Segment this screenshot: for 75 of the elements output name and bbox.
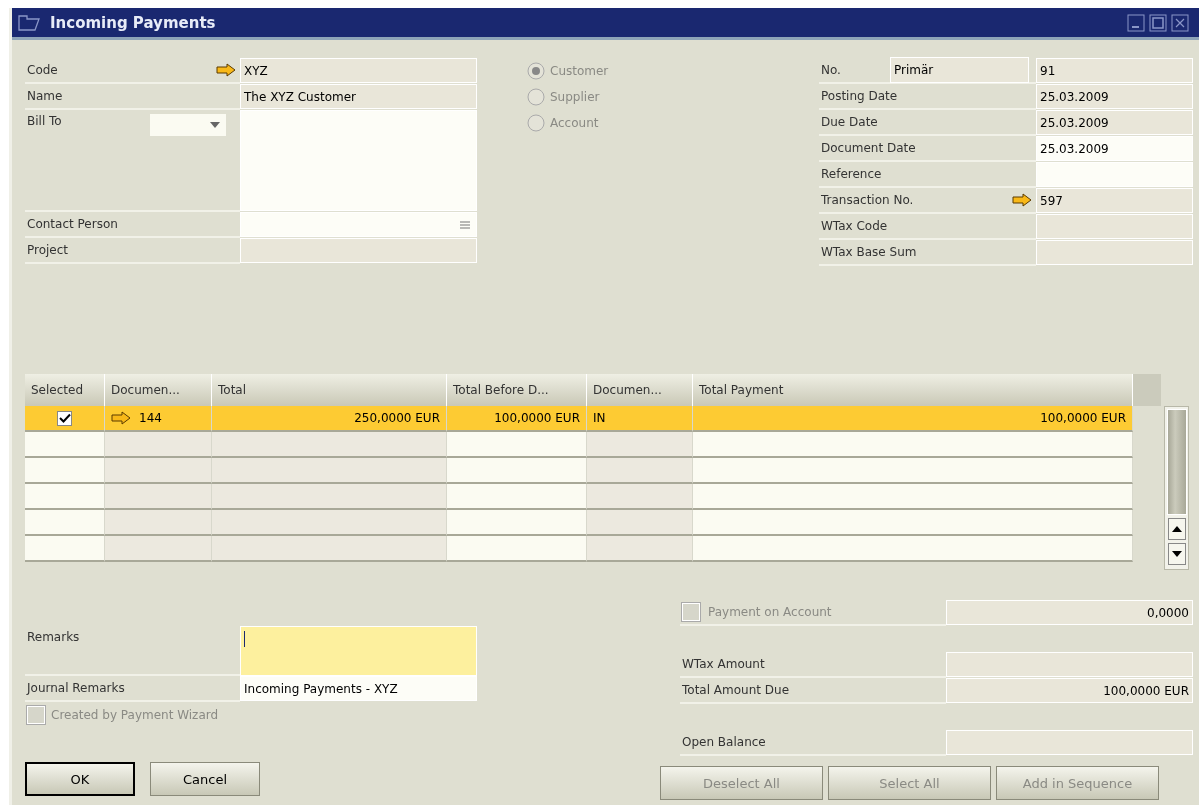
project-field[interactable]	[240, 238, 477, 263]
column-header[interactable]: Selected	[25, 374, 105, 406]
bill-to-dropdown[interactable]	[150, 114, 226, 136]
field-label: Bill To	[27, 114, 62, 128]
scroll-up-button[interactable]	[1167, 518, 1186, 540]
input-field[interactable]	[1036, 162, 1193, 187]
column-header[interactable]: Total Before D...	[447, 374, 587, 406]
link-arrow-icon[interactable]	[216, 63, 236, 77]
series-field[interactable]: Primär	[890, 57, 1029, 83]
dialog-button[interactable]: Cancel	[150, 762, 260, 796]
input-field[interactable]: 25.03.2009	[1036, 84, 1193, 109]
checkbox[interactable]	[57, 410, 72, 426]
scroll-down-button[interactable]	[1167, 543, 1186, 565]
radio-label: Customer	[550, 64, 609, 78]
list-icon[interactable]	[460, 220, 470, 229]
dialog-button[interactable]: OK	[25, 762, 135, 796]
table-cell: 100,0000 EUR	[1040, 411, 1126, 425]
table-cell: IN	[593, 411, 606, 425]
scroll-thumb[interactable]	[1166, 409, 1187, 515]
field-label: Project	[27, 243, 69, 257]
journal-remarks-field[interactable]: Incoming Payments - XYZ	[240, 676, 477, 701]
link-arrow-icon[interactable]	[1012, 193, 1032, 207]
window-title: Incoming Payments	[50, 13, 216, 32]
amount-field[interactable]	[946, 730, 1193, 755]
field-label: Reference	[821, 167, 882, 181]
field-label: Journal Remarks	[27, 681, 125, 695]
radio-label: Account	[550, 116, 599, 130]
table-cell: 144	[139, 411, 162, 425]
form-icon	[18, 14, 40, 31]
up-arrow-icon	[1171, 526, 1182, 532]
remarks-field[interactable]	[240, 626, 477, 676]
checkbox-label: Created by Payment Wizard	[51, 708, 219, 722]
amount-field[interactable]	[946, 652, 1193, 677]
field-label: Contact Person	[27, 217, 118, 231]
field-label: Total Amount Due	[682, 683, 790, 697]
contact-person-field[interactable]	[240, 212, 477, 237]
field-label: WTax Amount	[682, 657, 765, 671]
caret-icon	[210, 122, 220, 128]
table-row[interactable]: 144 250,0000 EUR 100,0000 EUR IN 100,0000 EUR	[25, 406, 1161, 432]
field-label: Due Date	[821, 115, 878, 129]
down-arrow-icon	[1171, 551, 1182, 557]
minimize-icon[interactable]	[1127, 13, 1145, 32]
column-header[interactable]: Documen...	[587, 374, 693, 406]
column-header[interactable]: Documen...	[105, 374, 212, 406]
field-label: Open Balance	[682, 735, 766, 749]
number-field[interactable]: 91	[1036, 58, 1193, 83]
input-field[interactable]: 25.03.2009	[1036, 136, 1193, 161]
field-label: No.	[821, 63, 841, 77]
input-field[interactable]: 597	[1036, 188, 1193, 213]
field-label: Document Date	[821, 141, 916, 155]
amount-field[interactable]: 100,0000 EUR	[946, 678, 1193, 703]
table-cell: 100,0000 EUR	[494, 411, 580, 425]
close-icon[interactable]	[1171, 13, 1189, 32]
field-label: Posting Date	[821, 89, 898, 103]
scrollbar[interactable]	[1164, 406, 1189, 570]
address-field[interactable]	[240, 110, 477, 211]
checkbox-label: Payment on Account	[708, 605, 832, 619]
radio-label: Supplier	[550, 90, 600, 104]
link-arrow-icon[interactable]	[111, 411, 131, 425]
header-filler	[1133, 374, 1161, 406]
field-label: WTax Base Sum	[821, 245, 917, 259]
field-label: Code	[27, 63, 58, 77]
code-field[interactable]: XYZ	[240, 58, 477, 83]
table-cell: 250,0000 EUR	[354, 411, 440, 425]
column-header[interactable]: Total Payment	[693, 374, 1133, 406]
maximize-icon[interactable]	[1149, 13, 1167, 32]
field-label: WTax Code	[821, 219, 888, 233]
input-field[interactable]	[1036, 214, 1193, 239]
field-label: Name	[27, 89, 63, 103]
field-label: Transaction No.	[821, 193, 914, 207]
input-field[interactable]: 25.03.2009	[1036, 110, 1193, 135]
name-field[interactable]: The XYZ Customer	[240, 84, 477, 109]
column-header[interactable]: Total	[212, 374, 447, 406]
input-field[interactable]	[1036, 240, 1193, 265]
field-label: Remarks	[27, 630, 80, 644]
